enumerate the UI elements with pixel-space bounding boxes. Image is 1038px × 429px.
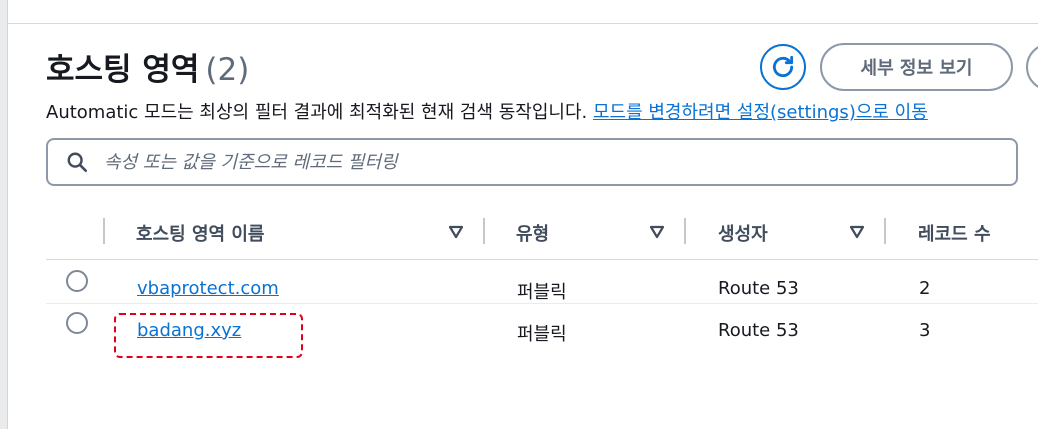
hosted-zone-record-count: 3 bbox=[919, 320, 931, 341]
refresh-button[interactable] bbox=[760, 44, 806, 90]
sort-down-icon[interactable] bbox=[446, 222, 466, 242]
hosted-zone-created-by: Route 53 bbox=[718, 320, 799, 341]
row-select-radio[interactable] bbox=[66, 312, 88, 334]
column-divider[interactable] bbox=[684, 218, 686, 244]
sort-down-icon[interactable] bbox=[647, 222, 667, 242]
page-title-text: 호스팅 영역 bbox=[46, 52, 200, 88]
view-details-button[interactable]: 세부 정보 보기 bbox=[820, 43, 1013, 91]
table-header: 호스팅 영역 이름 유형 생성자 레코드 수 bbox=[46, 214, 1038, 260]
filter-search-box[interactable] bbox=[46, 138, 1018, 186]
left-panel-edge bbox=[0, 0, 8, 429]
hosted-zone-record-count: 2 bbox=[919, 278, 931, 299]
column-divider[interactable] bbox=[103, 218, 105, 244]
search-mode-description: Automatic 모드는 최상의 필터 결과에 최적화된 현재 검색 동작입니… bbox=[46, 98, 928, 124]
row-select-radio[interactable] bbox=[66, 270, 88, 292]
search-input[interactable] bbox=[104, 151, 964, 173]
hosted-zone-created-by: Route 53 bbox=[718, 278, 799, 299]
hosted-zone-count: (2) bbox=[205, 52, 250, 88]
hosted-zone-name-link[interactable]: vbaprotect.com bbox=[137, 278, 279, 299]
column-header-name[interactable]: 호스팅 영역 이름 bbox=[136, 220, 264, 246]
description-text: Automatic 모드는 최상의 필터 결과에 최적화된 현재 검색 동작입니… bbox=[46, 102, 593, 123]
hosted-zone-type: 퍼블릭 bbox=[517, 282, 567, 303]
highlight-annotation-box bbox=[114, 313, 303, 358]
column-divider[interactable] bbox=[483, 218, 485, 244]
column-header-created-by[interactable]: 생성자 bbox=[718, 220, 768, 246]
top-divider bbox=[8, 23, 1038, 24]
settings-link[interactable]: 모드를 변경하려면 설정(settings)으로 이동 bbox=[593, 102, 928, 123]
column-header-type[interactable]: 유형 bbox=[516, 220, 549, 246]
more-actions-button[interactable] bbox=[1026, 43, 1038, 91]
column-divider[interactable] bbox=[884, 218, 886, 244]
refresh-icon bbox=[772, 55, 794, 78]
page-title: 호스팅 영역 (2) bbox=[46, 44, 249, 89]
search-icon bbox=[67, 152, 87, 172]
column-header-record-count[interactable]: 레코드 수 bbox=[918, 220, 991, 246]
table-row[interactable]: vbaprotect.com 퍼블릭 Route 53 2 bbox=[46, 262, 1038, 304]
sort-down-icon[interactable] bbox=[847, 222, 867, 242]
hosted-zone-type: 퍼블릭 bbox=[517, 324, 567, 345]
